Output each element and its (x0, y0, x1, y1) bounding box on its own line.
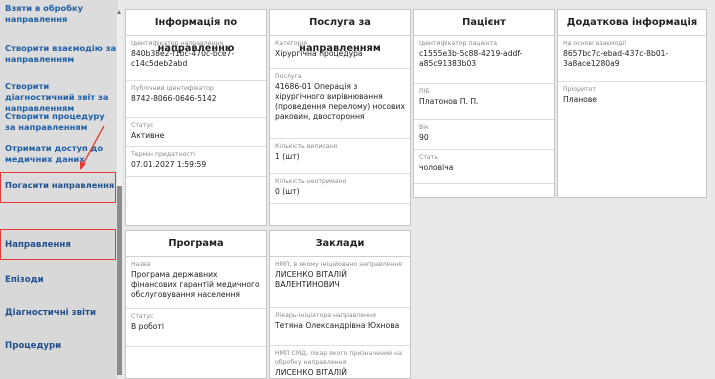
card-program: Програма Назва Програма державних фінанс… (125, 230, 267, 379)
card-title: Послуга за направленням (270, 10, 410, 54)
field-referral-id: Ідентифікатор направлення 840b38e2-f1bc-… (126, 36, 266, 81)
nav-diagnostic-reports[interactable]: Діагностичні звіти (0, 308, 118, 319)
field-program-name: Назва Програма державних фінансових гара… (126, 257, 266, 309)
field-age: Вік 90 (414, 120, 554, 150)
nav-procedures[interactable]: Процедури (0, 341, 118, 352)
card-title: Пацієнт (414, 10, 554, 36)
card-title: Інформація по направленню (126, 10, 266, 54)
field-service: Послуга 41686-01 Операція з хірургічного… (270, 69, 410, 139)
field-assigned-facility: НМП СМД, лікар якого призначений на обро… (275, 350, 402, 377)
annotation-arrow-icon (80, 125, 105, 170)
highlight-referrals (0, 229, 116, 260)
field-priority: Пріоритет Планове (563, 86, 597, 104)
field-quantity-not-received: Кількість неотримано 0 (шт) (270, 174, 410, 204)
field-patient-id: Ідентифікатор пацієнта c1555e3b-5c88-421… (414, 36, 554, 84)
field-program-status: Статус В роботі (126, 309, 266, 347)
field-initiating-doctor: Лікарь-ініціатора направлення Тетяна Оле… (270, 308, 410, 346)
field-public-id: Публічний ідентифікатор 8742-8066-0646-5… (126, 81, 266, 118)
card-referral-info: Інформація по направленню Ідентифікатор … (125, 9, 267, 226)
card-additional-info: Додаткова інформація На основі взаємодії… (557, 9, 707, 198)
card-title: Додаткова інформація (558, 10, 706, 36)
field-expiration: Термін придатності 07.01.2027 1:59:59 (126, 147, 266, 177)
card-title: Програма (126, 231, 266, 257)
field-based-on-encounter: На основі взаємодії 8657bc7c-ebad-437c-8… (558, 36, 706, 82)
field-gender: Стать чоловіча (414, 150, 554, 184)
nav-episodes[interactable]: Епізоди (0, 275, 118, 286)
card-patient: Пацієнт Ідентифікатор пацієнта c1555e3b-… (413, 9, 555, 198)
card-service: Послуга за направленням Категорія Хірург… (269, 9, 411, 226)
field-patient-name: ПІБ Платонов П. П. (414, 84, 554, 120)
field-quantity-prescribed: Кількість виписано 1 (шт) (270, 139, 410, 174)
card-facilities: Заклади НМП, в якому ініційовано направл… (269, 230, 411, 379)
card-title: Заклади (270, 231, 410, 257)
main-content: Інформація по направленню Ідентифікатор … (122, 0, 715, 379)
field-status: Статус Активне (126, 118, 266, 147)
field-initiating-facility: НМП, в якому ініційовано направлення ЛИС… (270, 257, 410, 308)
